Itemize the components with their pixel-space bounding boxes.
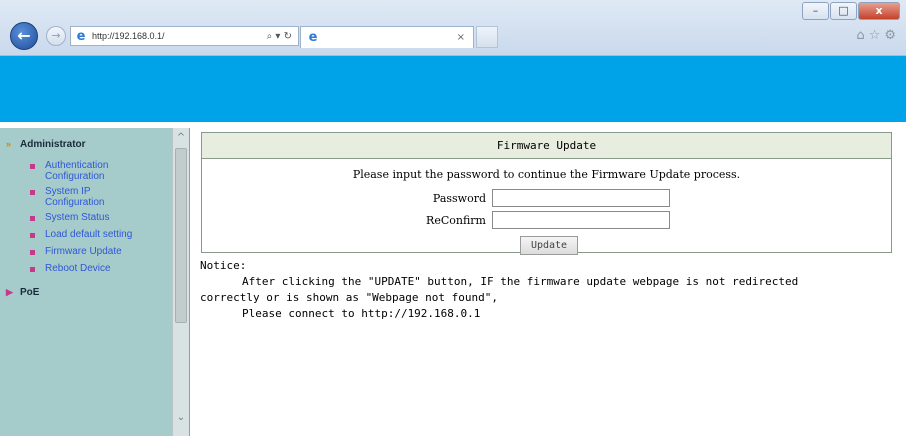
bullet-icon: [30, 216, 35, 221]
group-label: PoE: [20, 286, 40, 298]
sidebar-menu: » Administrator Authentication Configura…: [0, 128, 172, 436]
gear-icon[interactable]: ⚙: [884, 28, 896, 43]
sidebar-item-label[interactable]: System IP Configuration: [45, 186, 145, 208]
password-row: Password: [406, 189, 670, 207]
reconfirm-input[interactable]: [492, 211, 670, 229]
main-content: Firmware Update Please input the passwor…: [193, 128, 906, 436]
sidebar-item-label[interactable]: Authentication Configuration: [45, 160, 145, 182]
notice-line: After clicking the "UPDATE" button, IF t…: [242, 275, 799, 288]
window-controls: – □ x: [801, 2, 900, 20]
address-bar[interactable]: e http://192.168.0.1/ ⌕ ▾ ↻: [70, 26, 299, 46]
address-tools[interactable]: ⌕ ▾ ↻: [267, 31, 292, 42]
bullet-icon: [30, 267, 35, 272]
tab-close-icon[interactable]: ×: [457, 32, 465, 43]
star-icon[interactable]: ☆: [869, 28, 881, 43]
sidebar-item-system-status[interactable]: System Status: [0, 212, 172, 223]
sidebar-item-reboot[interactable]: Reboot Device: [0, 263, 172, 274]
reconfirm-row: ReConfirm: [406, 211, 670, 229]
sidebar-item-firmware-update[interactable]: Firmware Update: [0, 246, 172, 257]
header-banner: [0, 56, 906, 122]
bullet-icon: [30, 164, 35, 169]
sidebar: » Administrator Authentication Configura…: [0, 128, 190, 436]
collapsed-group-icon: ▶: [6, 286, 13, 297]
panel-title: Firmware Update: [202, 133, 891, 159]
sidebar-group-administrator[interactable]: » Administrator: [0, 136, 172, 152]
sidebar-item-system-ip[interactable]: System IP Configuration: [0, 186, 172, 208]
expanded-group-icon: »: [6, 139, 12, 149]
forward-button[interactable]: →: [46, 26, 66, 46]
notice-heading: Notice:: [200, 259, 247, 272]
notice-line: Please connect to http://192.168.0.1: [242, 307, 481, 320]
sidebar-item-load-default[interactable]: Load default setting: [0, 229, 172, 240]
update-button[interactable]: Update: [520, 236, 578, 255]
password-prompt: Please input the password to continue th…: [352, 168, 741, 181]
reconfirm-label: ReConfirm: [426, 213, 486, 227]
scroll-down-icon[interactable]: ⌄: [173, 410, 189, 426]
scroll-up-icon[interactable]: ^: [173, 130, 189, 146]
firmware-update-panel: Firmware Update Please input the passwor…: [201, 132, 892, 255]
sidebar-item-label[interactable]: Firmware Update: [45, 246, 145, 257]
notice-line: correctly or is shown as "Webpage not fo…: [200, 291, 499, 304]
back-arrow-icon: ←: [17, 26, 31, 45]
bullet-icon: [30, 190, 35, 195]
sidebar-item-label[interactable]: System Status: [45, 212, 145, 223]
address-url[interactable]: http://192.168.0.1/: [92, 31, 267, 41]
browser-chrome: – □ x ← → e http://192.168.0.1/ ⌕ ▾ ↻ e …: [0, 0, 906, 56]
forward-arrow-icon: →: [51, 29, 61, 42]
sidebar-scrollbar[interactable]: ^ ⌄: [172, 128, 189, 436]
home-icon[interactable]: ⌂: [856, 28, 864, 43]
bullet-icon: [30, 250, 35, 255]
browser-toolbar-icons: ⌂ ☆ ⚙: [856, 28, 896, 43]
minimize-button[interactable]: –: [802, 2, 829, 20]
group-label: Administrator: [20, 138, 86, 150]
sidebar-item-authentication[interactable]: Authentication Configuration: [0, 160, 172, 182]
password-input[interactable]: [492, 189, 670, 207]
new-tab-button[interactable]: [476, 26, 498, 48]
ie-tab-icon: e: [308, 30, 318, 45]
notice-section: Notice: After clicking the "UPDATE" butt…: [200, 258, 890, 322]
ie-page-icon: e: [76, 28, 86, 44]
bullet-icon: [30, 233, 35, 238]
browser-tab[interactable]: e ×: [300, 26, 474, 48]
back-button[interactable]: ←: [10, 22, 38, 50]
scrollbar-thumb[interactable]: [175, 148, 187, 323]
sidebar-item-label[interactable]: Reboot Device: [45, 263, 145, 274]
close-button[interactable]: x: [858, 2, 900, 20]
sidebar-group-poe[interactable]: ▶ PoE: [0, 284, 172, 300]
password-label: Password: [432, 191, 486, 205]
maximize-button[interactable]: □: [830, 2, 857, 20]
sidebar-item-label[interactable]: Load default setting: [45, 229, 145, 240]
